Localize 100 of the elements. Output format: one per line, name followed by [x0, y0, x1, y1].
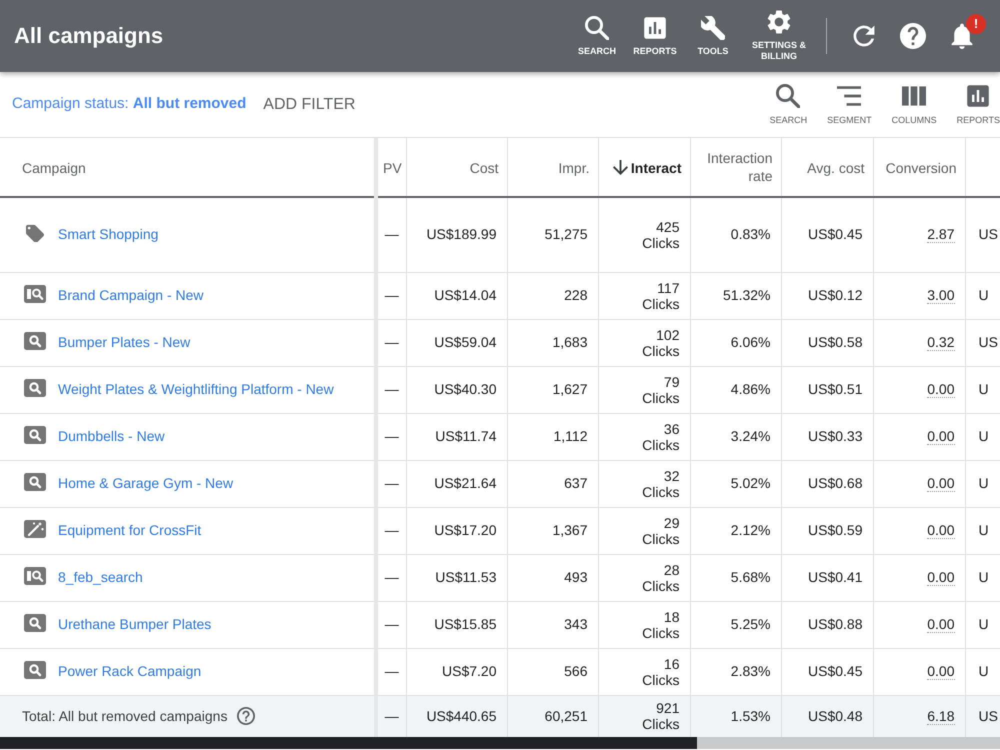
interaction-count: 921 [656, 700, 680, 716]
search-button[interactable]: SEARCH [770, 84, 808, 126]
conversion-value: 0.00 [927, 428, 954, 445]
settings-button[interactable]: SETTINGS & BILLING [742, 10, 816, 62]
interaction-unit: Clicks [642, 624, 680, 640]
segment-button[interactable]: SEGMENT [827, 84, 872, 126]
campaign-link[interactable]: Brand Campaign - New [58, 287, 204, 303]
conversion-value: 0.00 [927, 522, 954, 539]
table-cell: 2.12% [690, 507, 781, 554]
interaction-unit: Clicks [642, 484, 680, 500]
interaction-unit: Clicks [642, 716, 680, 732]
add-filter-button[interactable]: ADD FILTER [263, 92, 356, 116]
magic-wand-icon [24, 520, 46, 538]
tools-button[interactable]: TOOLS [684, 16, 742, 56]
column-header[interactable]: Avg. cost [807, 158, 864, 177]
conversion-value: 0.32 [927, 334, 954, 351]
column-header[interactable]: Interact [630, 158, 682, 177]
table-cell: US$17.20 [406, 507, 507, 554]
conversion-value: 0.00 [927, 475, 954, 492]
table-cell: — [376, 460, 406, 507]
campaign-link[interactable]: Weight Plates & Weightlifting Platform - New [58, 381, 334, 397]
table-cell: 343 [507, 601, 598, 648]
column-header[interactable]: Conversion [886, 158, 956, 177]
table-cell: — [376, 197, 406, 272]
campaign-link[interactable]: Equipment for CrossFit [58, 522, 202, 538]
refresh-icon [851, 23, 877, 49]
interaction-count: 117 [657, 280, 680, 296]
search-icon [24, 473, 46, 491]
interaction-unit: Clicks [642, 436, 680, 452]
table-cell: US$15.85 [406, 601, 507, 648]
scrollbar-thumb[interactable] [697, 737, 1000, 749]
search-icon [24, 379, 46, 397]
table-cell: 2.83% [690, 648, 781, 695]
column-header[interactable]: Impr. [558, 158, 590, 177]
column-header[interactable]: Interaction rate [696, 149, 772, 185]
bell-icon [949, 23, 975, 49]
interaction-unit: Clicks [642, 672, 680, 688]
interaction-count: 36 [664, 420, 680, 436]
search-icon [24, 332, 46, 350]
interaction-count: 18 [664, 608, 680, 624]
table-cell: — [376, 319, 406, 366]
columns-button[interactable]: COLUMNS [892, 84, 937, 126]
table-cell: US$0.51 [781, 366, 873, 413]
conversion-value: 0.00 [927, 381, 954, 398]
table-cell: — [376, 648, 406, 695]
bar-and-magnifier-icon [24, 567, 46, 585]
notification-badge: ! [966, 14, 986, 34]
column-header[interactable]: Cost [470, 158, 498, 177]
total-label: Total: All but removed campaigns [22, 708, 228, 724]
help-icon [237, 706, 256, 725]
campaign-link[interactable]: Home & Garage Gym - New [58, 475, 234, 491]
reports-button[interactable]: REPORTS [626, 16, 684, 56]
table-cell: 5.02% [690, 460, 781, 507]
campaign-link[interactable]: Bumper Plates - New [58, 334, 190, 350]
table-cell: US$189.99 [406, 197, 507, 272]
bar-and-magnifier-icon [24, 285, 46, 303]
campaign-link[interactable]: 8_feb_search [58, 569, 143, 585]
conversion-value: 0.00 [927, 663, 954, 680]
conversion-value: 6.18 [927, 708, 954, 725]
table-cell: US$0.58 [781, 319, 873, 366]
table-cell: US$0.12 [781, 272, 873, 319]
interaction-count: 32 [664, 468, 680, 484]
table-cell: U [965, 507, 1000, 554]
table-cell: 6.06% [690, 319, 781, 366]
bar-chart-icon [643, 16, 667, 40]
column-header[interactable]: Campaign [22, 158, 86, 177]
table-cell: US$59.04 [406, 319, 507, 366]
table-cell: — [376, 601, 406, 648]
help-icon [900, 23, 926, 49]
campaign-link[interactable]: Smart Shopping [58, 226, 158, 242]
interaction-unit: Clicks [642, 296, 680, 312]
table-cell: 1,627 [507, 366, 598, 413]
campaign-status-filter[interactable]: Campaign status: All but removed [12, 93, 246, 116]
campaign-link[interactable]: Dumbbells - New [58, 428, 165, 444]
table-cell: 493 [507, 554, 598, 601]
tag-icon [24, 224, 46, 242]
campaign-link[interactable]: Urethane Bumper Plates [58, 616, 212, 632]
table-cell: 4.86% [690, 366, 781, 413]
table-cell: 566 [507, 648, 598, 695]
table-cell: 3.24% [690, 413, 781, 460]
reports-button[interactable]: REPORTS [956, 84, 1000, 126]
conversion-value: 3.00 [927, 287, 954, 304]
conversion-value: 0.00 [927, 569, 954, 586]
table-cell: U [965, 366, 1000, 413]
column-header[interactable]: PV [383, 158, 402, 177]
table-cell: US [965, 319, 1000, 366]
table-cell: 1,112 [507, 413, 598, 460]
interaction-unit: Clicks [642, 530, 680, 546]
conversion-value: 0.00 [927, 616, 954, 633]
table-cell: 60,251 [507, 695, 598, 737]
interaction-unit: Clicks [642, 578, 680, 594]
search-icon [585, 16, 609, 40]
campaign-link[interactable]: Power Rack Campaign [58, 663, 202, 679]
table-cell: 0.83% [690, 197, 781, 272]
search-button[interactable]: SEARCH [568, 16, 626, 56]
interaction-count: 79 [664, 374, 680, 390]
table-cell: 5.25% [690, 601, 781, 648]
table-cell: US$0.48 [781, 695, 873, 737]
table-cell: — [376, 507, 406, 554]
interaction-count: 102 [656, 326, 680, 342]
